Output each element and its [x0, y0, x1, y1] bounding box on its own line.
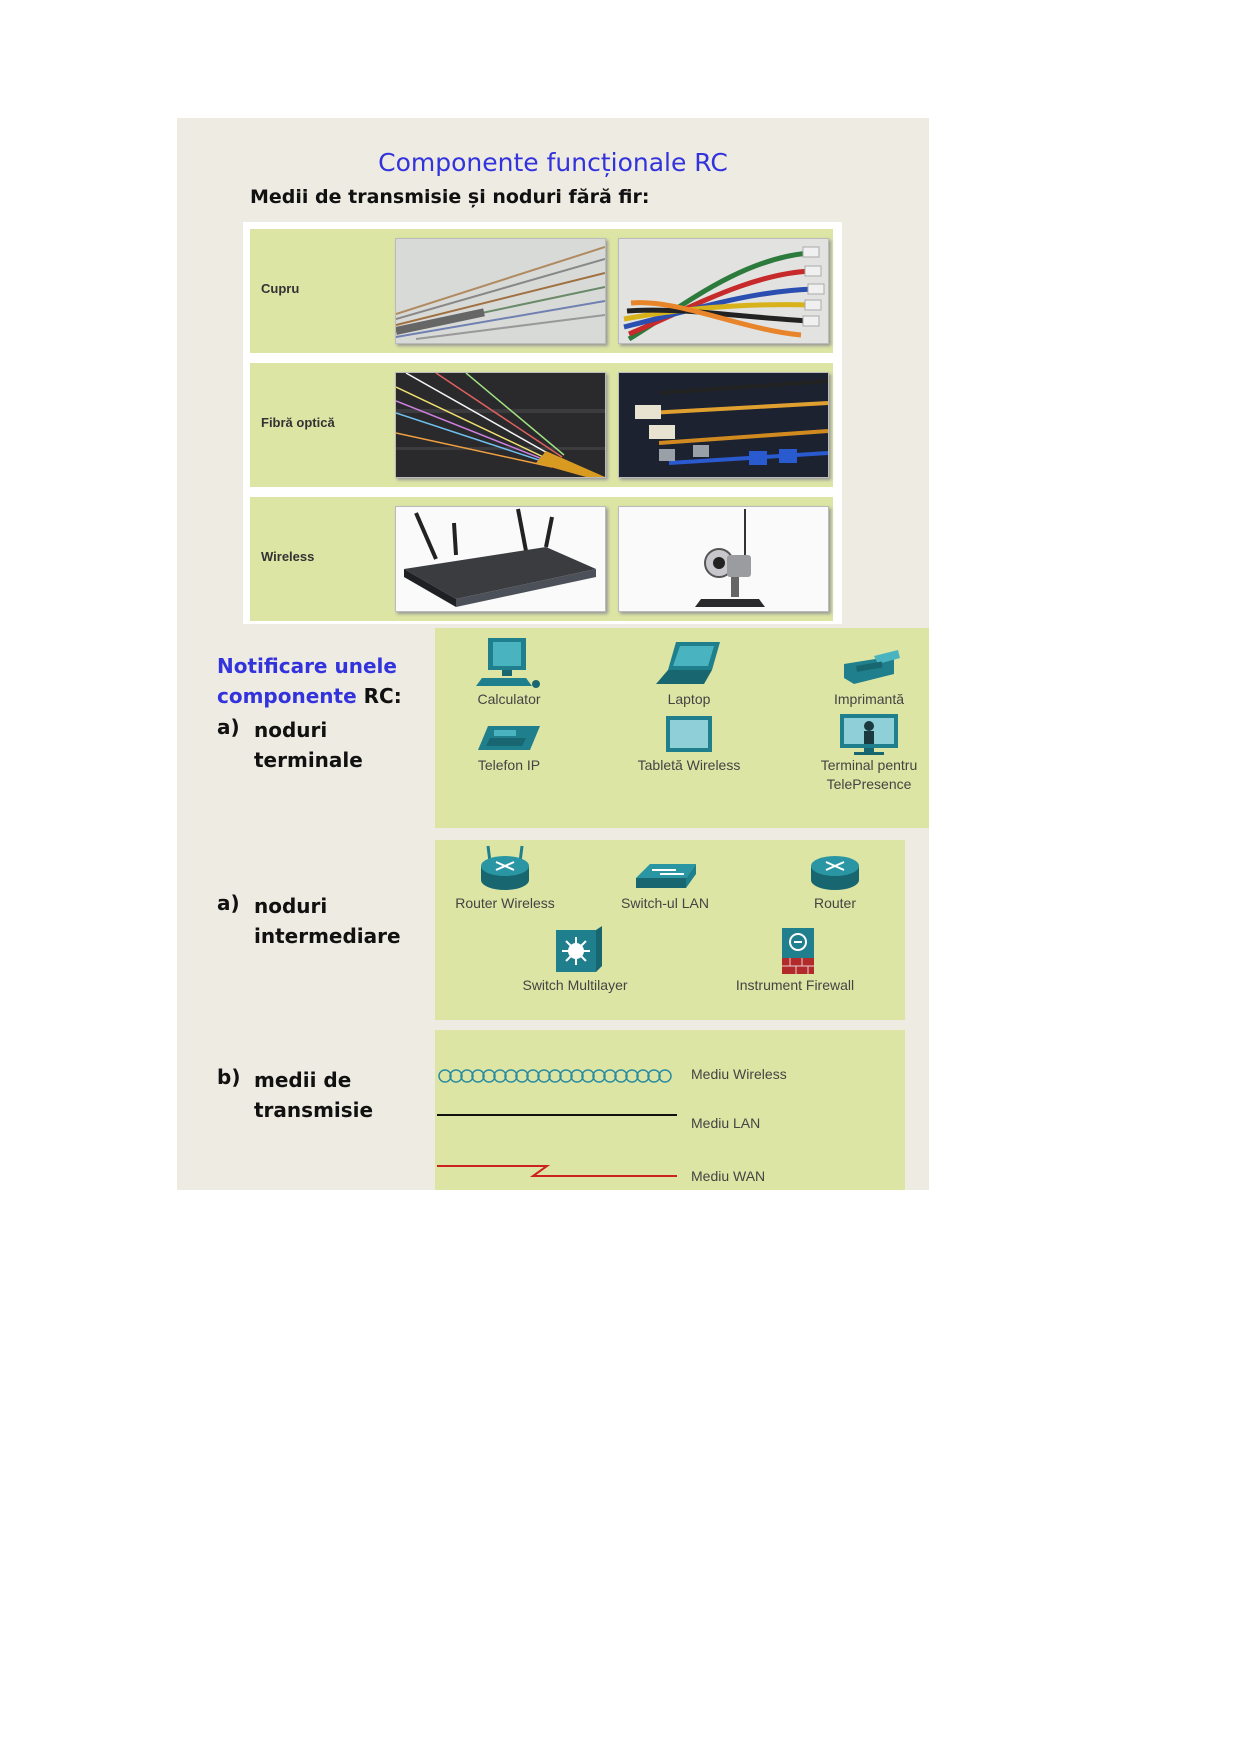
- media-table: Cupru Fibră optică Wireless: [243, 222, 842, 624]
- device-label: Terminal pentru TelePresence: [809, 756, 929, 794]
- intermediary-devices-panel: Router Wireless Switch-ul LAN Router Swi…: [435, 840, 905, 1020]
- section-end-devices: a) noduri terminale: [217, 715, 417, 785]
- fiber-connectors-photo: [618, 372, 829, 478]
- section-marker: a): [217, 715, 240, 739]
- end-devices-panel: Calculator Laptop Imprimantă Telefon IP …: [435, 628, 929, 828]
- device-label: Router: [813, 895, 857, 911]
- section-line1: noduri: [254, 894, 328, 918]
- router-icon: [811, 856, 859, 890]
- device-label-line1: Terminal pentru: [820, 757, 918, 773]
- device-label: Calculator: [477, 691, 541, 707]
- slide-title: Componente funcționale RC: [378, 148, 728, 177]
- device-label: Switch-ul LAN: [621, 895, 709, 911]
- media-row-copper: Cupru: [250, 229, 833, 353]
- device-printer: Imprimantă: [809, 634, 929, 709]
- wan-medium-icon: [437, 1165, 677, 1177]
- section-marker: b): [217, 1065, 241, 1089]
- device-label: Telefon IP: [477, 757, 541, 773]
- medium-label: Mediu WAN: [691, 1168, 766, 1184]
- device-label-line2: TelePresence: [826, 776, 912, 792]
- medium-label: Mediu Wireless: [691, 1066, 787, 1082]
- multilayer-switch-icon: [556, 926, 602, 972]
- device-label: Switch Multilayer: [522, 977, 628, 993]
- device-label: Laptop: [667, 691, 711, 707]
- device-label: Router Wireless: [455, 895, 555, 911]
- device-firewall: Instrument Firewall: [705, 926, 885, 995]
- media-row-label: Fibră optică: [261, 415, 335, 430]
- copper-cable-photo: [395, 238, 606, 344]
- device-tablet: Tabletă Wireless: [629, 712, 749, 775]
- section-line2: terminale: [254, 748, 363, 772]
- wireless-router-photo: [395, 506, 606, 612]
- device-calculator: Calculator: [449, 634, 569, 709]
- media-row-wireless: Wireless: [250, 497, 833, 621]
- section-line2: transmisie: [254, 1098, 374, 1122]
- laptop-icon: [656, 642, 720, 684]
- medium-label: Mediu LAN: [691, 1115, 761, 1131]
- section-line2: intermediare: [254, 924, 401, 948]
- printer-icon: [844, 650, 900, 684]
- firewall-icon: [782, 928, 814, 974]
- tablet-icon: [666, 716, 712, 752]
- wireless-webcam-photo: [618, 506, 829, 612]
- desktop-computer-icon: [476, 638, 540, 688]
- device-label: Instrument Firewall: [735, 977, 855, 993]
- ip-phone-icon: [478, 726, 540, 750]
- notation-heading-tail: RC:: [363, 684, 402, 708]
- section-intermediary-devices: a) noduri intermediare: [217, 891, 417, 961]
- fiber-optic-strands-photo: [395, 372, 606, 478]
- media-row-label: Wireless: [261, 549, 315, 564]
- media-types-panel: Mediu Wireless Mediu LAN Mediu WAN: [435, 1030, 905, 1190]
- section-title: noduri terminale: [254, 715, 363, 775]
- lan-switch-icon: [636, 864, 696, 888]
- telepresence-icon: [840, 714, 898, 755]
- wireless-router-icon: [481, 845, 529, 890]
- device-multilayer-switch: Switch Multilayer: [495, 926, 655, 995]
- device-lan-switch: Switch-ul LAN: [595, 844, 735, 913]
- slide: Componente funcționale RC Medii de trans…: [177, 118, 929, 1190]
- slide-subtitle: Medii de transmisie și noduri fără fir:: [250, 186, 650, 208]
- device-wireless-router: Router Wireless: [435, 844, 575, 913]
- section-title: noduri intermediare: [254, 891, 401, 951]
- lan-medium-icon: [437, 1114, 677, 1116]
- section-line1: noduri: [254, 718, 328, 742]
- device-telepresence: Terminal pentru TelePresence: [809, 712, 929, 794]
- notation-heading: Notificare unele componente RC:: [217, 651, 402, 711]
- section-title: medii de transmisie: [254, 1065, 373, 1125]
- section-media: b) medii de transmisie: [217, 1065, 417, 1135]
- device-router: Router: [765, 844, 905, 913]
- device-laptop: Laptop: [629, 634, 749, 709]
- section-line1: medii de: [254, 1068, 352, 1092]
- device-ip-phone: Telefon IP: [449, 716, 569, 775]
- ethernet-patch-cables-photo: [618, 238, 829, 344]
- device-label: Imprimantă: [833, 691, 905, 707]
- device-label: Tabletă Wireless: [637, 757, 741, 773]
- wireless-medium-icon: [438, 1069, 672, 1083]
- section-marker: a): [217, 891, 240, 915]
- media-row-label: Cupru: [261, 281, 300, 296]
- media-row-fiber: Fibră optică: [250, 363, 833, 487]
